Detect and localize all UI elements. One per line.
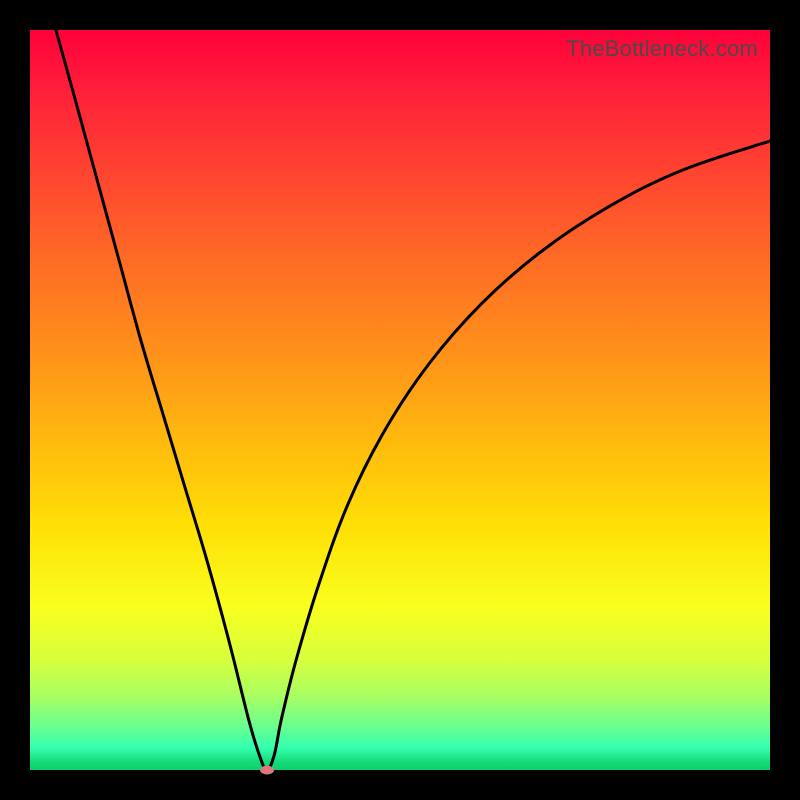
chart-frame: TheBottleneck.com <box>0 0 800 800</box>
curve-path <box>56 30 770 770</box>
bottleneck-curve <box>30 30 770 770</box>
optimum-marker <box>260 766 274 775</box>
plot-area: TheBottleneck.com <box>30 30 770 770</box>
